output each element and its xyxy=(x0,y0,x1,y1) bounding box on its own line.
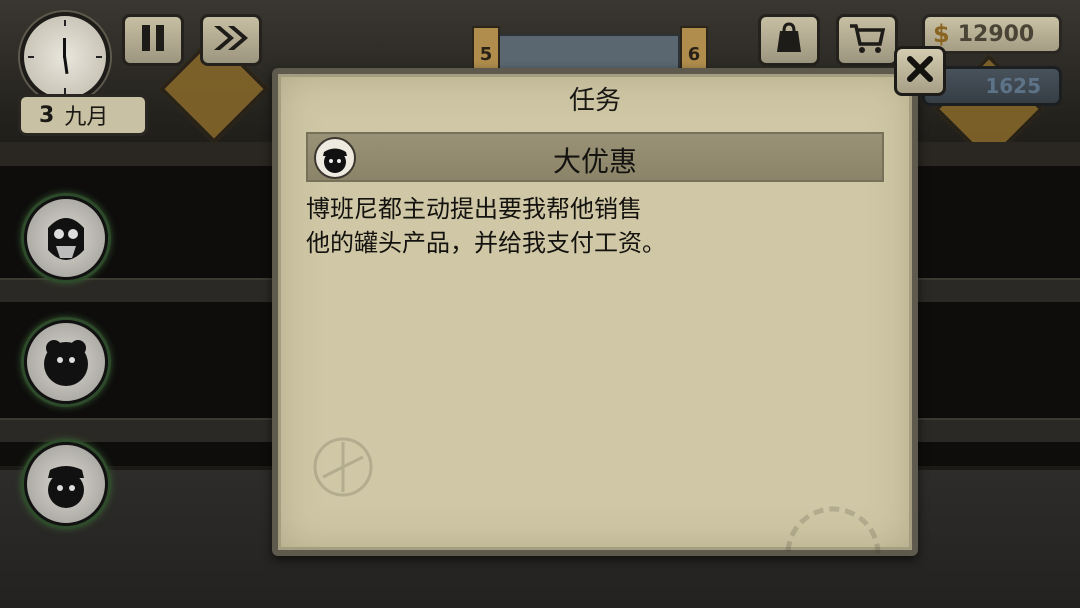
quest-dialog: 任务 大优惠 博班尼都主动提出要我帮他销售 他的罐头产品，并给我支付工资。 xyxy=(272,68,918,556)
shop-button[interactable] xyxy=(836,14,898,66)
quest-header: 大优惠 xyxy=(306,132,884,182)
door-tag-6: 6 xyxy=(680,26,708,70)
center-sign xyxy=(498,34,680,72)
bag-icon xyxy=(772,21,806,59)
close-icon xyxy=(905,54,935,88)
date-month: 九月 xyxy=(64,105,109,130)
decorative-stamp-icon xyxy=(313,437,373,497)
quest-title: 大优惠 xyxy=(552,145,637,178)
money-value: 12900 xyxy=(957,21,1035,47)
pause-button[interactable] xyxy=(122,14,184,66)
pause-icon xyxy=(139,23,167,57)
cart-icon xyxy=(848,22,886,58)
dollar-icon: $ xyxy=(933,20,950,48)
quest-description: 博班尼都主动提出要我帮他销售 他的罐头产品，并给我支付工资。 xyxy=(306,192,746,260)
close-button[interactable] xyxy=(894,46,946,96)
dialog-title: 任务 xyxy=(568,86,621,116)
fluffy-tenant-avatar[interactable] xyxy=(24,320,108,404)
date-day: 3 xyxy=(39,102,55,128)
door-tag-5: 5 xyxy=(472,26,500,70)
date-display: 3 九月 xyxy=(18,94,148,136)
capped-tenant-avatar[interactable] xyxy=(24,442,108,526)
fast-forward-icon xyxy=(211,23,251,57)
inventory-button[interactable] xyxy=(758,14,820,66)
bearded-tenant-avatar[interactable] xyxy=(24,196,108,280)
fast-forward-button[interactable] xyxy=(200,14,262,66)
decorative-gear-icon xyxy=(785,506,881,554)
gem-value: 1625 xyxy=(985,74,1041,98)
clock xyxy=(20,12,110,102)
quest-description-line: 博班尼都主动提出要我帮他销售 xyxy=(306,195,642,223)
quest-description-line: 他的罐头产品，并给我支付工资。 xyxy=(306,229,666,257)
clock-hour-hand xyxy=(63,55,69,75)
